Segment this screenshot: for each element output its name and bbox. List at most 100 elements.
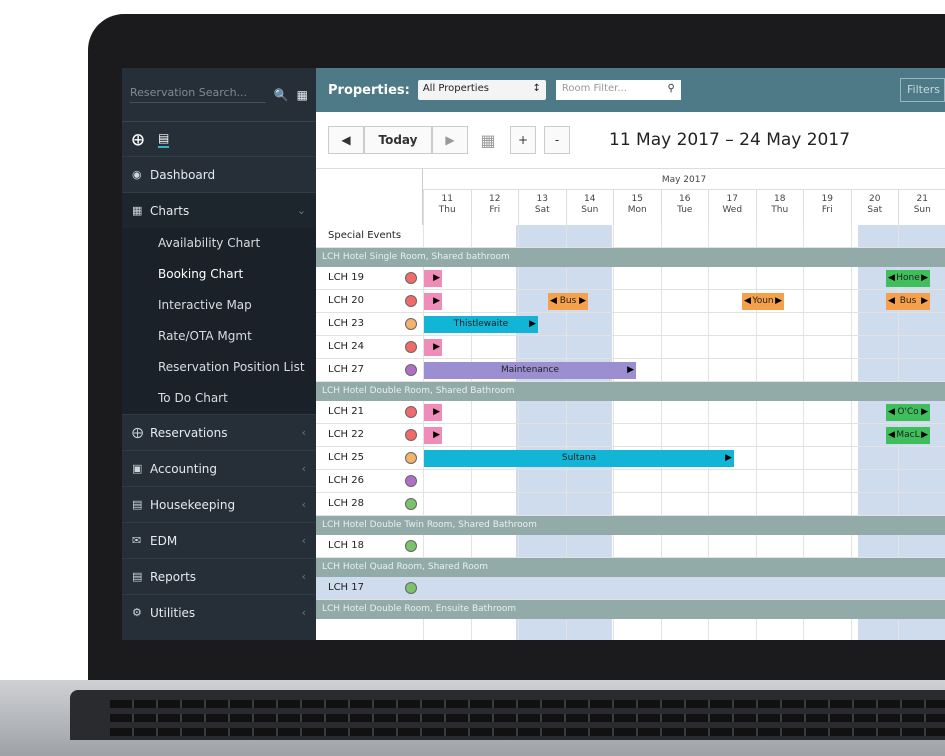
key-row <box>110 714 945 722</box>
arrow-right-icon: ▶ <box>529 319 536 329</box>
booking-guest: Bus <box>559 296 577 306</box>
day-of-week: Mon <box>627 205 647 215</box>
dashboard-icon: ◉ <box>132 168 142 181</box>
day-header: 11 Thu <box>423 190 471 225</box>
sidebar-item-housekeeping[interactable]: ▤ Housekeeping ‹ <box>122 486 316 522</box>
status-dot[interactable] <box>405 272 417 284</box>
submenu-item-interactive-map[interactable]: Interactive Map <box>122 290 316 321</box>
key-row <box>110 728 945 736</box>
booking-bar[interactable]: Sultana ▶ <box>424 450 734 467</box>
submenu-item-to-do-chart[interactable]: To Do Chart <box>122 383 316 414</box>
calendar-icon[interactable]: ▦ <box>297 88 308 102</box>
day-header: 15 Mon <box>613 190 661 225</box>
bed-icon: ▤ <box>132 498 143 511</box>
chevron-left-icon: ‹ <box>301 426 306 439</box>
booking-bar[interactable]: ◀ Bus ▶ <box>548 293 588 310</box>
submenu-item-reservation-position-list[interactable]: Reservation Position List <box>122 352 316 383</box>
booking-marker[interactable]: ▶ <box>424 404 442 421</box>
booking-bar[interactable]: Maintenance ▶ <box>424 362 636 379</box>
sidebar-item-accounting[interactable]: ▣ Accounting ‹ <box>122 450 316 486</box>
triangle-right-icon: ▶ <box>445 133 455 147</box>
search-icon[interactable]: 🔍 <box>274 88 289 102</box>
sidebar-item-label: Dashboard <box>150 167 216 182</box>
room-row[interactable]: LCH 20 <box>316 290 945 313</box>
status-dot[interactable] <box>405 341 417 353</box>
sidebar-item-reservations[interactable]: ⨁ Reservations ‹ <box>122 414 316 450</box>
room-type-section[interactable]: LCH Hotel Double Room, Ensuite Bathroom <box>316 600 945 619</box>
booking-marker[interactable]: ▶ <box>424 339 442 356</box>
properties-select[interactable]: All Properties ↕ <box>417 80 546 100</box>
sidebar-item-edm[interactable]: ✉ EDM ‹ <box>122 522 316 558</box>
sidebar-item-utilities[interactable]: ⚙ Utilities ‹ <box>122 594 316 630</box>
properties-value: All Properties <box>422 83 489 94</box>
room-filter-input[interactable]: Room Filter... ⚲ <box>555 80 681 100</box>
day-header: 16 Tue <box>660 190 709 225</box>
submenu-item-availability-chart[interactable]: Availability Chart <box>122 228 316 259</box>
room-type-section[interactable]: LCH Hotel Single Room, Shared bathroom <box>316 248 945 267</box>
room-type-section[interactable]: LCH Hotel Double Room, Shared Bathroom <box>316 382 945 401</box>
status-dot[interactable] <box>405 540 417 552</box>
bar-chart-icon: ▤ <box>132 570 143 583</box>
gear-icon: ⚙ <box>132 606 142 619</box>
top-bar: Properties: All Properties ↕ Room Filter… <box>316 68 945 112</box>
prev-button[interactable]: ◀ <box>328 126 364 154</box>
room-name: LCH 19 <box>328 272 364 283</box>
plus-circle-icon[interactable]: ⨁ <box>132 132 144 146</box>
room-type-section[interactable]: LCH Hotel Quad Room, Shared Room <box>316 558 945 577</box>
search-icon[interactable]: ⚲ <box>668 83 675 97</box>
calendar-icon[interactable]: ▦ <box>476 126 500 154</box>
zoom-in-button[interactable]: + <box>510 126 536 154</box>
status-dot[interactable] <box>405 498 417 510</box>
room-row[interactable]: LCH 21 <box>316 401 945 424</box>
submenu-item-rate-ota-mgmt[interactable]: Rate/OTA Mgmt <box>122 321 316 352</box>
sidebar-item-dashboard[interactable]: ◉ Dashboard <box>122 156 316 192</box>
filters-button[interactable]: Filters <box>900 78 945 102</box>
room-row[interactable]: LCH 22 <box>316 424 945 447</box>
status-dot[interactable] <box>405 452 417 464</box>
day-of-week: Tue <box>677 205 693 215</box>
room-row[interactable]: LCH 26 <box>316 470 945 493</box>
room-row[interactable]: LCH 23 <box>316 313 945 336</box>
arrow-left-icon: ◀ <box>888 296 895 306</box>
day-number: 21 <box>916 194 928 204</box>
room-name: LCH 27 <box>328 364 364 375</box>
arrow-right-icon: ▶ <box>433 430 440 440</box>
booking-bar[interactable]: Thistlewaite ▶ <box>424 316 538 333</box>
reservation-search-input[interactable]: Reservation Search... <box>130 86 266 103</box>
today-button[interactable]: Today <box>364 126 432 154</box>
room-row[interactable]: LCH 17 <box>316 577 945 600</box>
booking-marker[interactable]: ▶ <box>424 293 442 310</box>
booking-bar[interactable]: ◀ Hone ▶ <box>886 270 930 287</box>
room-row[interactable]: LCH 19 <box>316 267 945 290</box>
sidebar: Reservation Search... 🔍 ▦ ⨁ ▤ ◉ Dashboar… <box>122 68 316 640</box>
status-dot[interactable] <box>405 318 417 330</box>
booking-bar[interactable]: ◀ Bus ▶ <box>886 293 930 310</box>
room-row[interactable]: LCH 24 <box>316 336 945 359</box>
sidebar-item-charts[interactable]: ▦ Charts ⌄ <box>122 192 316 228</box>
arrow-left-icon: ◀ <box>744 296 751 306</box>
day-number: 17 <box>726 194 738 204</box>
booking-bar[interactable]: ◀ O'Co ▶ <box>886 404 930 421</box>
status-dot[interactable] <box>405 429 417 441</box>
room-row[interactable]: LCH 18 <box>316 535 945 558</box>
status-dot[interactable] <box>405 475 417 487</box>
booking-guest: Thistlewaite <box>453 319 509 329</box>
bed-icon[interactable]: ▤ <box>158 131 170 148</box>
next-button[interactable]: ▶ <box>432 126 468 154</box>
booking-bar[interactable]: ◀ MacL ▶ <box>886 427 930 444</box>
room-name: LCH 20 <box>328 295 364 306</box>
day-number: 12 <box>489 194 501 204</box>
booking-marker[interactable]: ▶ <box>424 270 442 287</box>
submenu-item-booking-chart[interactable]: Booking Chart <box>122 259 316 290</box>
status-dot[interactable] <box>405 582 417 594</box>
booking-bar[interactable]: ◀ Youn ▶ <box>742 293 784 310</box>
status-dot[interactable] <box>405 364 417 376</box>
status-dot[interactable] <box>405 406 417 418</box>
room-type-section[interactable]: LCH Hotel Double Twin Room, Shared Bathr… <box>316 516 945 535</box>
booking-marker[interactable]: ▶ <box>424 427 442 444</box>
status-dot[interactable] <box>405 295 417 307</box>
room-row[interactable]: LCH 28 <box>316 493 945 516</box>
room-name: LCH 17 <box>328 582 364 593</box>
sidebar-item-reports[interactable]: ▤ Reports ‹ <box>122 558 316 594</box>
zoom-out-button[interactable]: - <box>544 126 570 154</box>
